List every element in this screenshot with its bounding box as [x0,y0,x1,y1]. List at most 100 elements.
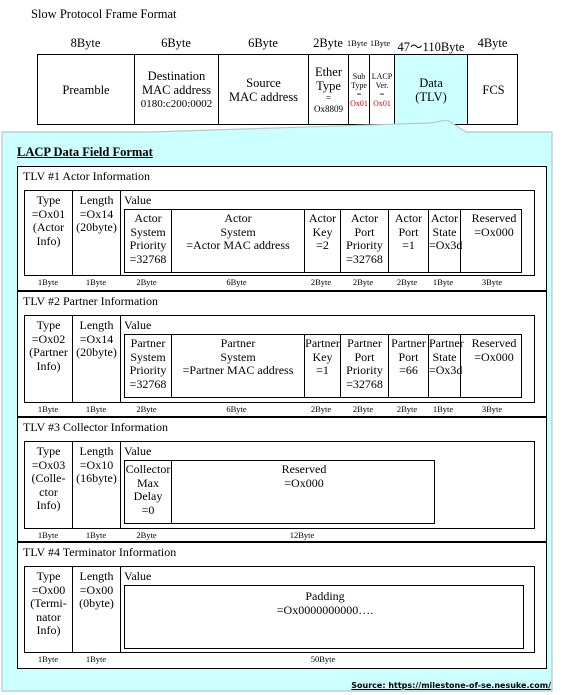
frame-field-text: Preamble [62,82,110,97]
tlv-length-text: =Ox14 [79,331,114,346]
tlv-value-field: Padding =Ox0000000000…. [125,586,525,648]
tlv-value-text: Reserved [471,336,517,350]
frame-field-size: 6Byte [248,36,278,50]
tlv-value-text: Padding [305,589,345,603]
frame-field-text: FCS [482,82,505,97]
frame-field-5: LACP Ver. = Ox01 [370,55,395,124]
tlv-length: Length =Ox00 (0byte) [73,567,121,652]
tlv-value-text: =1 [402,238,415,252]
tlv-length-text: (0byte) [79,596,114,610]
tlv-value-text: Actor [394,211,423,225]
tlv-value-text: =32768 [129,251,167,266]
tlv-value-text: Port [398,224,419,239]
tlv-structure: Type =Ox00 (Termi-nator Info) Length =Ox00 (0b… [24,566,535,653]
frame-field-text: Type [316,78,341,93]
lacp-data-field-title: LACP Data Field Format [17,145,153,159]
tlv-value-text: Delay [133,489,163,503]
tlv-length-text: =Ox10 [79,457,114,472]
tlv-value-text: Priority [346,238,383,252]
tlv-value-text: System [220,349,256,364]
tlv-value-text: =Partner MAC address [182,363,294,377]
tlv-type: Type =Ox02 (Partner Info) [25,316,73,402]
tlv-value-field: Actor System Priority =32768 [125,210,172,272]
tlv-value-box: Partner System Priority =32768 Partner System… [124,334,522,398]
tlv-value-text: =66 [399,363,418,377]
frame-field-text: 0180:c200:0002 [140,97,213,110]
tlv-value-field: Partner Port =66 [389,335,429,397]
tlv-byte-size: 6Byte [226,277,247,287]
tlv-value-text: Reserved [281,462,327,476]
tlv-heading: TLV #4 Terminator Information [23,545,177,559]
diagram-title: Slow Protocol Frame Format [31,7,177,21]
frame-field-size: 6Byte [161,36,191,50]
frame-field-text: Type [351,80,367,90]
tlv-structure: Type =Ox03 (Colle-ctor Info) Length =Ox10 (16b… [24,441,535,529]
tlv-byte-size: 2Byte [136,404,157,414]
tlv-value-text: Reserved [471,211,517,225]
tlv-length-text: Length [79,444,114,458]
tlv-byte-size: 50Byte [310,654,336,664]
tlv-value-box: Actor System Priority =32768 Actor System =Act… [124,209,522,273]
tlv-type-text: nator [36,609,61,624]
tlv-value-text: Priority [129,363,167,377]
tlv-byte-size: 12Byte [289,530,315,540]
tlv-length: Length =Ox14 (20byte) [73,191,121,275]
tlv-value-text: Actor [350,211,379,225]
tlv-length-text: =Ox00 [79,582,114,597]
tlv-value-text: =Ox0000000000…. [276,602,374,617]
frame-field-text: = [379,89,385,99]
tlv-value-label: Value [124,444,152,458]
tlv-type-text: Info) [36,358,61,373]
tlv-type-text: Info) [36,233,61,248]
tlv-value-text: =Ox000 [474,224,514,239]
frame-field-text: Destination [147,68,206,83]
tlv-value-text: Key [312,349,333,364]
tlv-value-label: Value [124,193,152,207]
tlv-length-text: (16byte) [76,471,117,485]
tlv-value-text: Actor [224,211,252,225]
tlv-value-field: Partner Key =1 [305,335,341,397]
tlv-value-field: Partner System =Partner MAC address [172,335,305,397]
tlv-type-text: Info) [36,623,61,637]
tlv-value-text: =32768 [129,376,167,391]
tlv-length-text: Length [79,318,114,332]
tlv-value-text: Priority [346,363,383,377]
tlv-value-box: Collector Max Delay =0 Reserved =Ox000 [124,460,435,524]
tlv-type-text: ctor [39,484,58,499]
tlv-value-field: Actor State =Ox3d [429,210,463,272]
tlv-value-text: =2 [316,238,329,252]
frame-field-text: Source [246,75,281,90]
frame-field-text: Sub [352,71,366,81]
slow-protocol-frame: Preamble Destination MAC address 0180:c200:… [37,54,518,125]
tlv-value-text: Partner [347,336,382,350]
frame-field-text: Ver. [375,80,389,90]
tlv-value-text: Partner [391,336,426,350]
frame-field-text: MAC address [141,82,212,97]
frame-field-text: Data [419,75,443,90]
tlv-value-text: Collector [125,462,171,476]
tlv-value-field: Reserved =Ox000 [172,461,436,523]
tlv-value-text: Actor [430,211,459,225]
tlv-value-text: =Ox000 [284,475,324,490]
tlv-type-text: =Ox03 [31,457,66,472]
tlv-type-text: Info) [36,498,61,512]
tlv-value-label: Value [124,318,152,332]
tlv-value-text: =Ox3d [429,238,463,252]
tlv-structure: Type =Ox02 (Partner Info) Length =Ox14 (20byte… [24,315,535,403]
frame-field-7: FCS [468,55,519,124]
tlv-value-text: =32768 [346,376,383,391]
source-link[interactable]: Source: https://milestone-of-se.nesuke.c… [351,681,551,690]
tlv-value-text: System [130,349,166,364]
tlv-value-text: =1 [316,363,329,377]
tlv-block: TLV #2 Partner Information Type =Ox02 (Part… [17,291,547,417]
frame-field-text: MAC address [228,89,299,104]
tlv-value-text: Port [398,349,419,364]
tlv-block: TLV #4 Terminator Information Type =Ox00 (T… [17,542,547,669]
tlv-value-text: Port [354,349,375,364]
tlv-value-field: Actor Port Priority =32768 [341,210,389,272]
frame-field-0: Preamble [38,55,135,124]
tlv-byte-size: 2Byte [136,277,157,287]
frame-field-size: 1Byte [346,38,368,48]
tlv-value-field: Collector Max Delay =0 [125,461,172,523]
tlv-value-text: Key [312,224,333,239]
